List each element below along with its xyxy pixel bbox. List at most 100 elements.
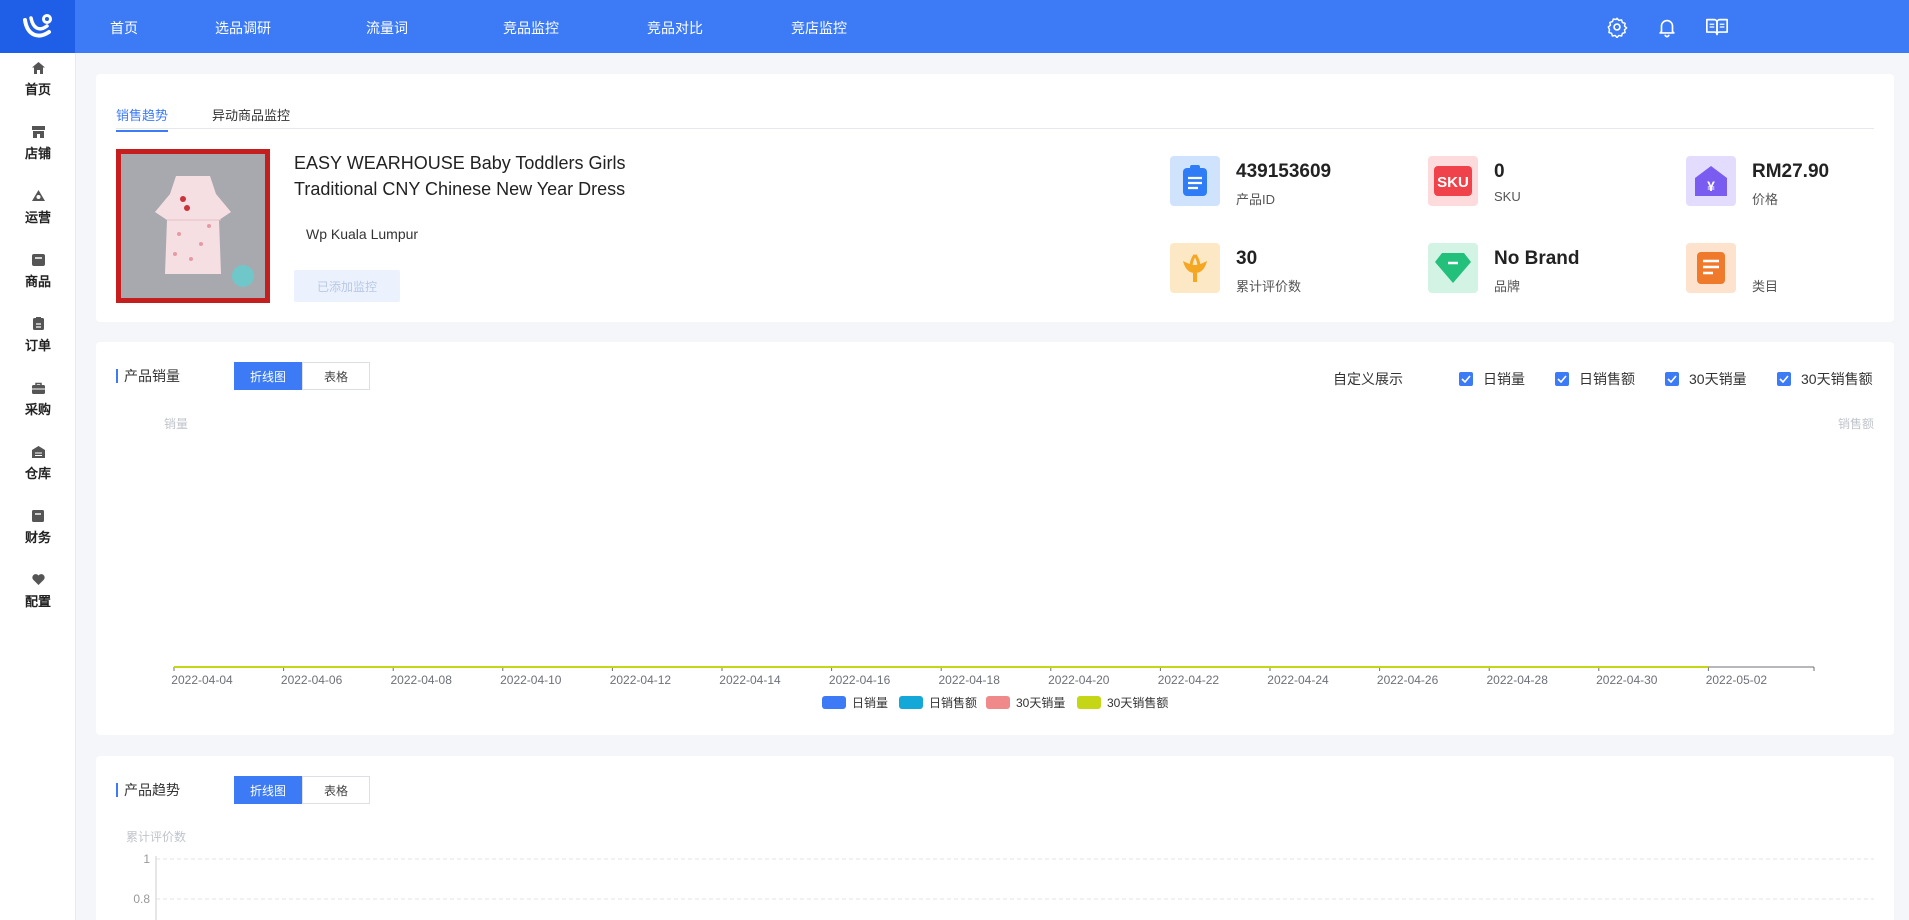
x-tick-label: 2022-04-22 — [1158, 673, 1220, 687]
sidebar-item-product[interactable]: 商品 — [0, 245, 76, 297]
x-tick-label: 2022-04-14 — [719, 673, 781, 687]
flower-icon — [1170, 243, 1220, 293]
config-icon — [31, 573, 45, 587]
sidebar-item-label: 配置 — [24, 593, 51, 609]
x-tick-label: 2022-04-10 — [500, 673, 562, 687]
sidebar-item-label: 首页 — [24, 81, 51, 97]
sidebar-item-label: 采购 — [24, 401, 51, 417]
legend-label: 30天销售额 — [1107, 695, 1168, 710]
x-tick-label: 2022-04-16 — [829, 673, 891, 687]
stat-label: SKU — [1494, 189, 1521, 204]
legend-swatch — [1077, 696, 1101, 709]
diamond-icon — [1428, 243, 1478, 293]
stat-category: 类目 — [1686, 240, 1909, 296]
sidebar-item-finance[interactable]: 财务 — [0, 501, 76, 553]
settings-icon[interactable] — [1605, 15, 1629, 39]
clipboard-icon — [1170, 156, 1220, 206]
stat-review-count: 30 累计评价数 — [1170, 240, 1400, 296]
category-icon — [1686, 243, 1736, 293]
nav-competitor-monitor[interactable]: 竞品监控 — [503, 18, 559, 38]
y-tick-label: 0.8 — [133, 892, 150, 906]
legend-swatch — [986, 696, 1010, 709]
tab-bar: 销售趋势 异动商品监控 — [116, 105, 1874, 132]
price-icon: ¥ — [1686, 156, 1736, 206]
tab-sales-trend[interactable]: 销售趋势 — [116, 105, 169, 132]
stat-label: 价格 — [1752, 192, 1779, 207]
book-icon[interactable] — [1705, 15, 1729, 39]
nav-home[interactable]: 首页 — [110, 18, 138, 38]
legend-label: 30天销量 — [1016, 696, 1065, 710]
stat-value: 0 — [1494, 161, 1505, 182]
x-tick-label: 2022-04-20 — [1048, 673, 1110, 687]
warehouse-icon — [31, 445, 45, 459]
sidebar-item-label: 财务 — [24, 529, 51, 545]
sku-icon: SKU — [1428, 156, 1478, 206]
x-tick-label: 2022-04-06 — [281, 673, 343, 687]
sidebar-item-label: 仓库 — [24, 465, 51, 481]
stat-label: 产品ID — [1236, 192, 1276, 207]
nav-product-research[interactable]: 选品调研 — [215, 18, 271, 38]
legend-swatch — [899, 696, 923, 709]
sidebar-item-label: 店铺 — [24, 145, 51, 161]
store-icon — [31, 125, 45, 139]
product-image[interactable] — [116, 149, 270, 303]
stat-price: ¥ RM27.90 价格 — [1686, 153, 1909, 209]
sidebar-item-label: 运营 — [24, 209, 51, 225]
stat-label: 类目 — [1752, 279, 1779, 294]
x-tick-label: 2022-04-30 — [1596, 673, 1658, 687]
added-monitor-button[interactable]: 已添加监控 — [294, 270, 400, 302]
legend-label: 日销售额 — [929, 695, 977, 710]
nav-store-monitor[interactable]: 竞店监控 — [791, 18, 847, 38]
stat-value: RM27.90 — [1752, 161, 1830, 182]
sales-line-chart: 2022-04-04 2022-04-06 2022-04-08 2022-04-10… — [171, 666, 1815, 710]
sidebar-item-config[interactable]: 配置 — [0, 565, 76, 617]
tab-abnormal-monitor[interactable]: 异动商品监控 — [212, 105, 290, 124]
sidebar: 首页 店铺 运营 商品 订单 采购 仓库 财务 配置 — [0, 53, 76, 920]
legend-swatch — [822, 696, 846, 709]
stat-product-id: 439153609 产品ID — [1170, 153, 1400, 209]
sidebar-item-home[interactable]: 首页 — [0, 53, 76, 105]
x-tick-label: 2022-04-28 — [1487, 673, 1549, 687]
svg-text:¥: ¥ — [1707, 178, 1715, 194]
home-icon — [31, 61, 45, 75]
stat-brand: No Brand 品牌 — [1428, 240, 1658, 296]
svg-text:SKU: SKU — [1437, 174, 1469, 191]
finance-icon — [31, 509, 45, 523]
nav-traffic-keywords[interactable]: 流量词 — [366, 18, 408, 38]
trend-line-chart: 10.8 — [133, 852, 1874, 920]
x-tick-label: 2022-05-02 — [1706, 673, 1768, 687]
sidebar-item-label: 商品 — [24, 273, 51, 289]
product-location: Wp Kuala Lumpur — [306, 226, 419, 242]
legend-label: 日销量 — [852, 696, 888, 710]
sidebar-item-order[interactable]: 订单 — [0, 309, 76, 361]
trend-chart-card: 产品趋势 折线图 表格 累计评价数 1 0.8 — [96, 756, 1894, 920]
stat-value: No Brand — [1494, 248, 1580, 269]
top-bar: 首页 选品调研 流量词 竞品监控 竞品对比 竞店监控 — [0, 0, 1909, 53]
order-icon — [31, 317, 45, 331]
sidebar-item-warehouse[interactable]: 仓库 — [0, 437, 76, 489]
x-tick-label: 2022-04-18 — [939, 673, 1001, 687]
product-icon — [31, 253, 45, 267]
y-tick-label: 1 — [143, 852, 150, 866]
nav-competitor-compare[interactable]: 竞品对比 — [647, 18, 703, 38]
x-tick-label: 2022-04-12 — [610, 673, 672, 687]
stat-sku: SKU 0 SKU — [1428, 153, 1658, 209]
x-tick-label: 2022-04-04 — [171, 673, 233, 687]
sales-chart-card: 产品销量 折线图 表格 自定义展示 日销量 日销售额 30天销量 30天销售额 … — [96, 342, 1894, 735]
product-title-line1: EASY WEARHOUSE Baby Toddlers Girls — [294, 153, 626, 173]
x-tick-label: 2022-04-26 — [1377, 673, 1439, 687]
dress-illustration — [121, 154, 265, 298]
sidebar-item-operations[interactable]: 运营 — [0, 181, 76, 233]
x-tick-label: 2022-04-24 — [1267, 673, 1329, 687]
bell-icon[interactable] — [1655, 15, 1679, 39]
x-tick-label: 2022-04-08 — [391, 673, 453, 687]
operations-icon — [31, 189, 45, 203]
app-logo[interactable] — [0, 0, 75, 53]
sidebar-item-label: 订单 — [24, 337, 51, 353]
stat-value: 439153609 — [1236, 161, 1332, 182]
stat-label: 品牌 — [1494, 279, 1521, 294]
sidebar-item-purchase[interactable]: 采购 — [0, 373, 76, 425]
logo-icon — [22, 13, 52, 37]
product-title-line2: Traditional CNY Chinese New Year Dress — [294, 179, 626, 199]
sidebar-item-store[interactable]: 店铺 — [0, 117, 76, 169]
